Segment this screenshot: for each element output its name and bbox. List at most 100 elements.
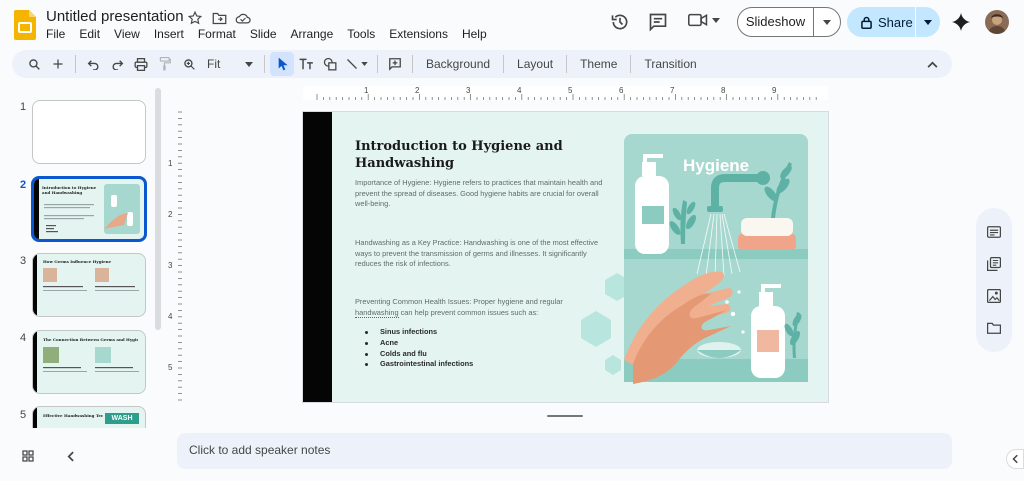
meet-button[interactable] [688, 12, 720, 28]
ruler-mark: 5 [568, 86, 573, 95]
paint-format-button[interactable] [153, 52, 177, 76]
comments-icon[interactable] [646, 10, 670, 34]
cloud-status-icon[interactable] [234, 10, 252, 26]
caret-down-icon [924, 19, 932, 25]
thumbnail-accent-bar [33, 407, 37, 428]
theme-button[interactable]: Theme [572, 57, 625, 71]
caret-down-icon [361, 62, 368, 66]
slide-thumbnail-4[interactable]: The Connection Between Germs and Hygiene [32, 330, 146, 394]
star-icon[interactable] [186, 10, 204, 26]
share-button[interactable]: Share [847, 7, 916, 37]
gemini-sparkle-icon[interactable] [949, 10, 973, 34]
line-tool-button[interactable] [342, 52, 372, 76]
menu-extensions[interactable]: Extensions [381, 27, 454, 41]
folder-icon[interactable] [982, 316, 1006, 340]
slide-paragraph-prevention[interactable]: Preventing Common Health Issues: Proper … [355, 297, 605, 318]
filmstrip-scrollbar[interactable] [155, 88, 161, 330]
slides-outline-icon[interactable] [982, 252, 1006, 276]
text-box-button[interactable] [294, 52, 318, 76]
ruler-mark: 2 [168, 210, 173, 219]
slide-accent-bar[interactable] [303, 112, 332, 402]
filmstrip-view-controls [16, 444, 82, 468]
toolbar-divider [75, 55, 76, 73]
ruler-mark: 4 [168, 312, 173, 321]
ruler-mark: 1 [168, 159, 173, 168]
undo-button[interactable] [81, 52, 105, 76]
slide-thumbnail-3[interactable]: How Germs Influence Hygiene [32, 253, 146, 317]
slide-thumbnail-2[interactable]: Introduction to Hygiene and Handwashing [31, 176, 147, 242]
collapse-filmstrip-icon[interactable] [58, 444, 82, 468]
thumbnail-title: How Germs Influence Hygiene [43, 259, 112, 264]
toolbar-divider [503, 55, 505, 73]
menu-slide[interactable]: Slide [242, 27, 283, 41]
thumbnail-title: Introduction to Hygiene and Handwashing [42, 185, 97, 195]
chevron-left-icon [1012, 454, 1018, 464]
menu-help[interactable]: Help [454, 27, 493, 41]
slides-logo-icon[interactable] [14, 10, 36, 40]
explore-image-icon[interactable] [982, 284, 1006, 308]
video-camera-icon [688, 13, 708, 27]
grid-view-icon[interactable] [16, 444, 40, 468]
toolbar-divider [566, 55, 568, 73]
speaker-notes[interactable]: Click to add speaker notes [177, 433, 952, 469]
ruler-mark: 5 [168, 363, 173, 372]
background-button[interactable]: Background [418, 57, 498, 71]
illustration-heading: Hygiene [683, 156, 750, 175]
collapse-toolbar-button[interactable] [920, 52, 944, 76]
cursor-icon [278, 57, 288, 71]
slide-bullet-list[interactable]: Sinus infections Acne Colds and flu Gast… [365, 327, 473, 370]
notes-resize-handle[interactable] [547, 415, 583, 417]
share-options-button[interactable] [916, 7, 940, 37]
menu-view[interactable]: View [106, 27, 146, 41]
slide-paragraph-hygiene-importance[interactable]: Importance of Hygiene: Hygiene refers to… [355, 178, 605, 210]
slideshow-options-button[interactable] [814, 8, 840, 36]
menu-insert[interactable]: Insert [146, 27, 190, 41]
move-folder-icon[interactable] [210, 10, 228, 26]
plus-icon [53, 59, 63, 69]
slide-number: 4 [19, 332, 27, 344]
caret-down-icon [712, 17, 720, 23]
slide-title[interactable]: Introduction to Hygiene and Handwashing [355, 138, 585, 172]
menu-tools[interactable]: Tools [339, 27, 381, 41]
transition-button[interactable]: Transition [636, 57, 704, 71]
menu-format[interactable]: Format [190, 27, 242, 41]
layout-button[interactable]: Layout [509, 57, 561, 71]
slide-thumbnail-5[interactable]: Effective Handwashing Techniques WASH [32, 406, 146, 428]
select-tool-button[interactable] [270, 52, 294, 76]
zoom-icon [183, 58, 195, 70]
slide-canvas[interactable]: Introduction to Hygiene and Handwashing … [303, 112, 828, 402]
menu-edit[interactable]: Edit [71, 27, 106, 41]
zoom-select[interactable]: Fit [201, 57, 259, 71]
slideshow-button-group: Slideshow [737, 7, 841, 37]
new-slide-button[interactable] [46, 52, 70, 76]
version-history-icon[interactable] [608, 10, 632, 34]
add-comment-button[interactable] [383, 52, 407, 76]
avatar[interactable] [985, 10, 1009, 34]
document-title[interactable]: Untitled presentation [46, 8, 184, 25]
side-panel [976, 208, 1012, 352]
search-icon [28, 58, 40, 70]
redo-button[interactable] [105, 52, 129, 76]
keep-notes-icon[interactable] [982, 220, 1006, 244]
slide-paragraph-handwashing[interactable]: Handwashing as a Key Practice: Handwashi… [355, 238, 605, 270]
menu-arrange[interactable]: Arrange [283, 27, 340, 41]
slideshow-button[interactable]: Slideshow [738, 8, 814, 36]
toolbar-divider [412, 55, 413, 73]
print-button[interactable] [129, 52, 153, 76]
image-shape-button[interactable] [318, 52, 342, 76]
menu-file[interactable]: File [38, 27, 71, 41]
ruler-mark: 3 [466, 86, 471, 95]
slide-thumbnail-1[interactable] [32, 100, 146, 164]
slide-number: 5 [19, 409, 27, 421]
menu-bar: File Edit View Insert Format Slide Arran… [38, 27, 493, 41]
slide-number: 1 [19, 101, 27, 113]
search-menus-button[interactable] [22, 52, 46, 76]
ruler-mark: 7 [670, 86, 675, 95]
redo-icon [112, 60, 123, 70]
chevron-up-icon [927, 61, 937, 68]
zoom-button[interactable] [177, 52, 201, 76]
bullet-item: Gastrointestinal infections [365, 359, 473, 370]
show-side-panel-button[interactable] [1006, 449, 1024, 469]
bullet-item: Colds and flu [365, 349, 473, 360]
ruler-mark: 4 [517, 86, 522, 95]
